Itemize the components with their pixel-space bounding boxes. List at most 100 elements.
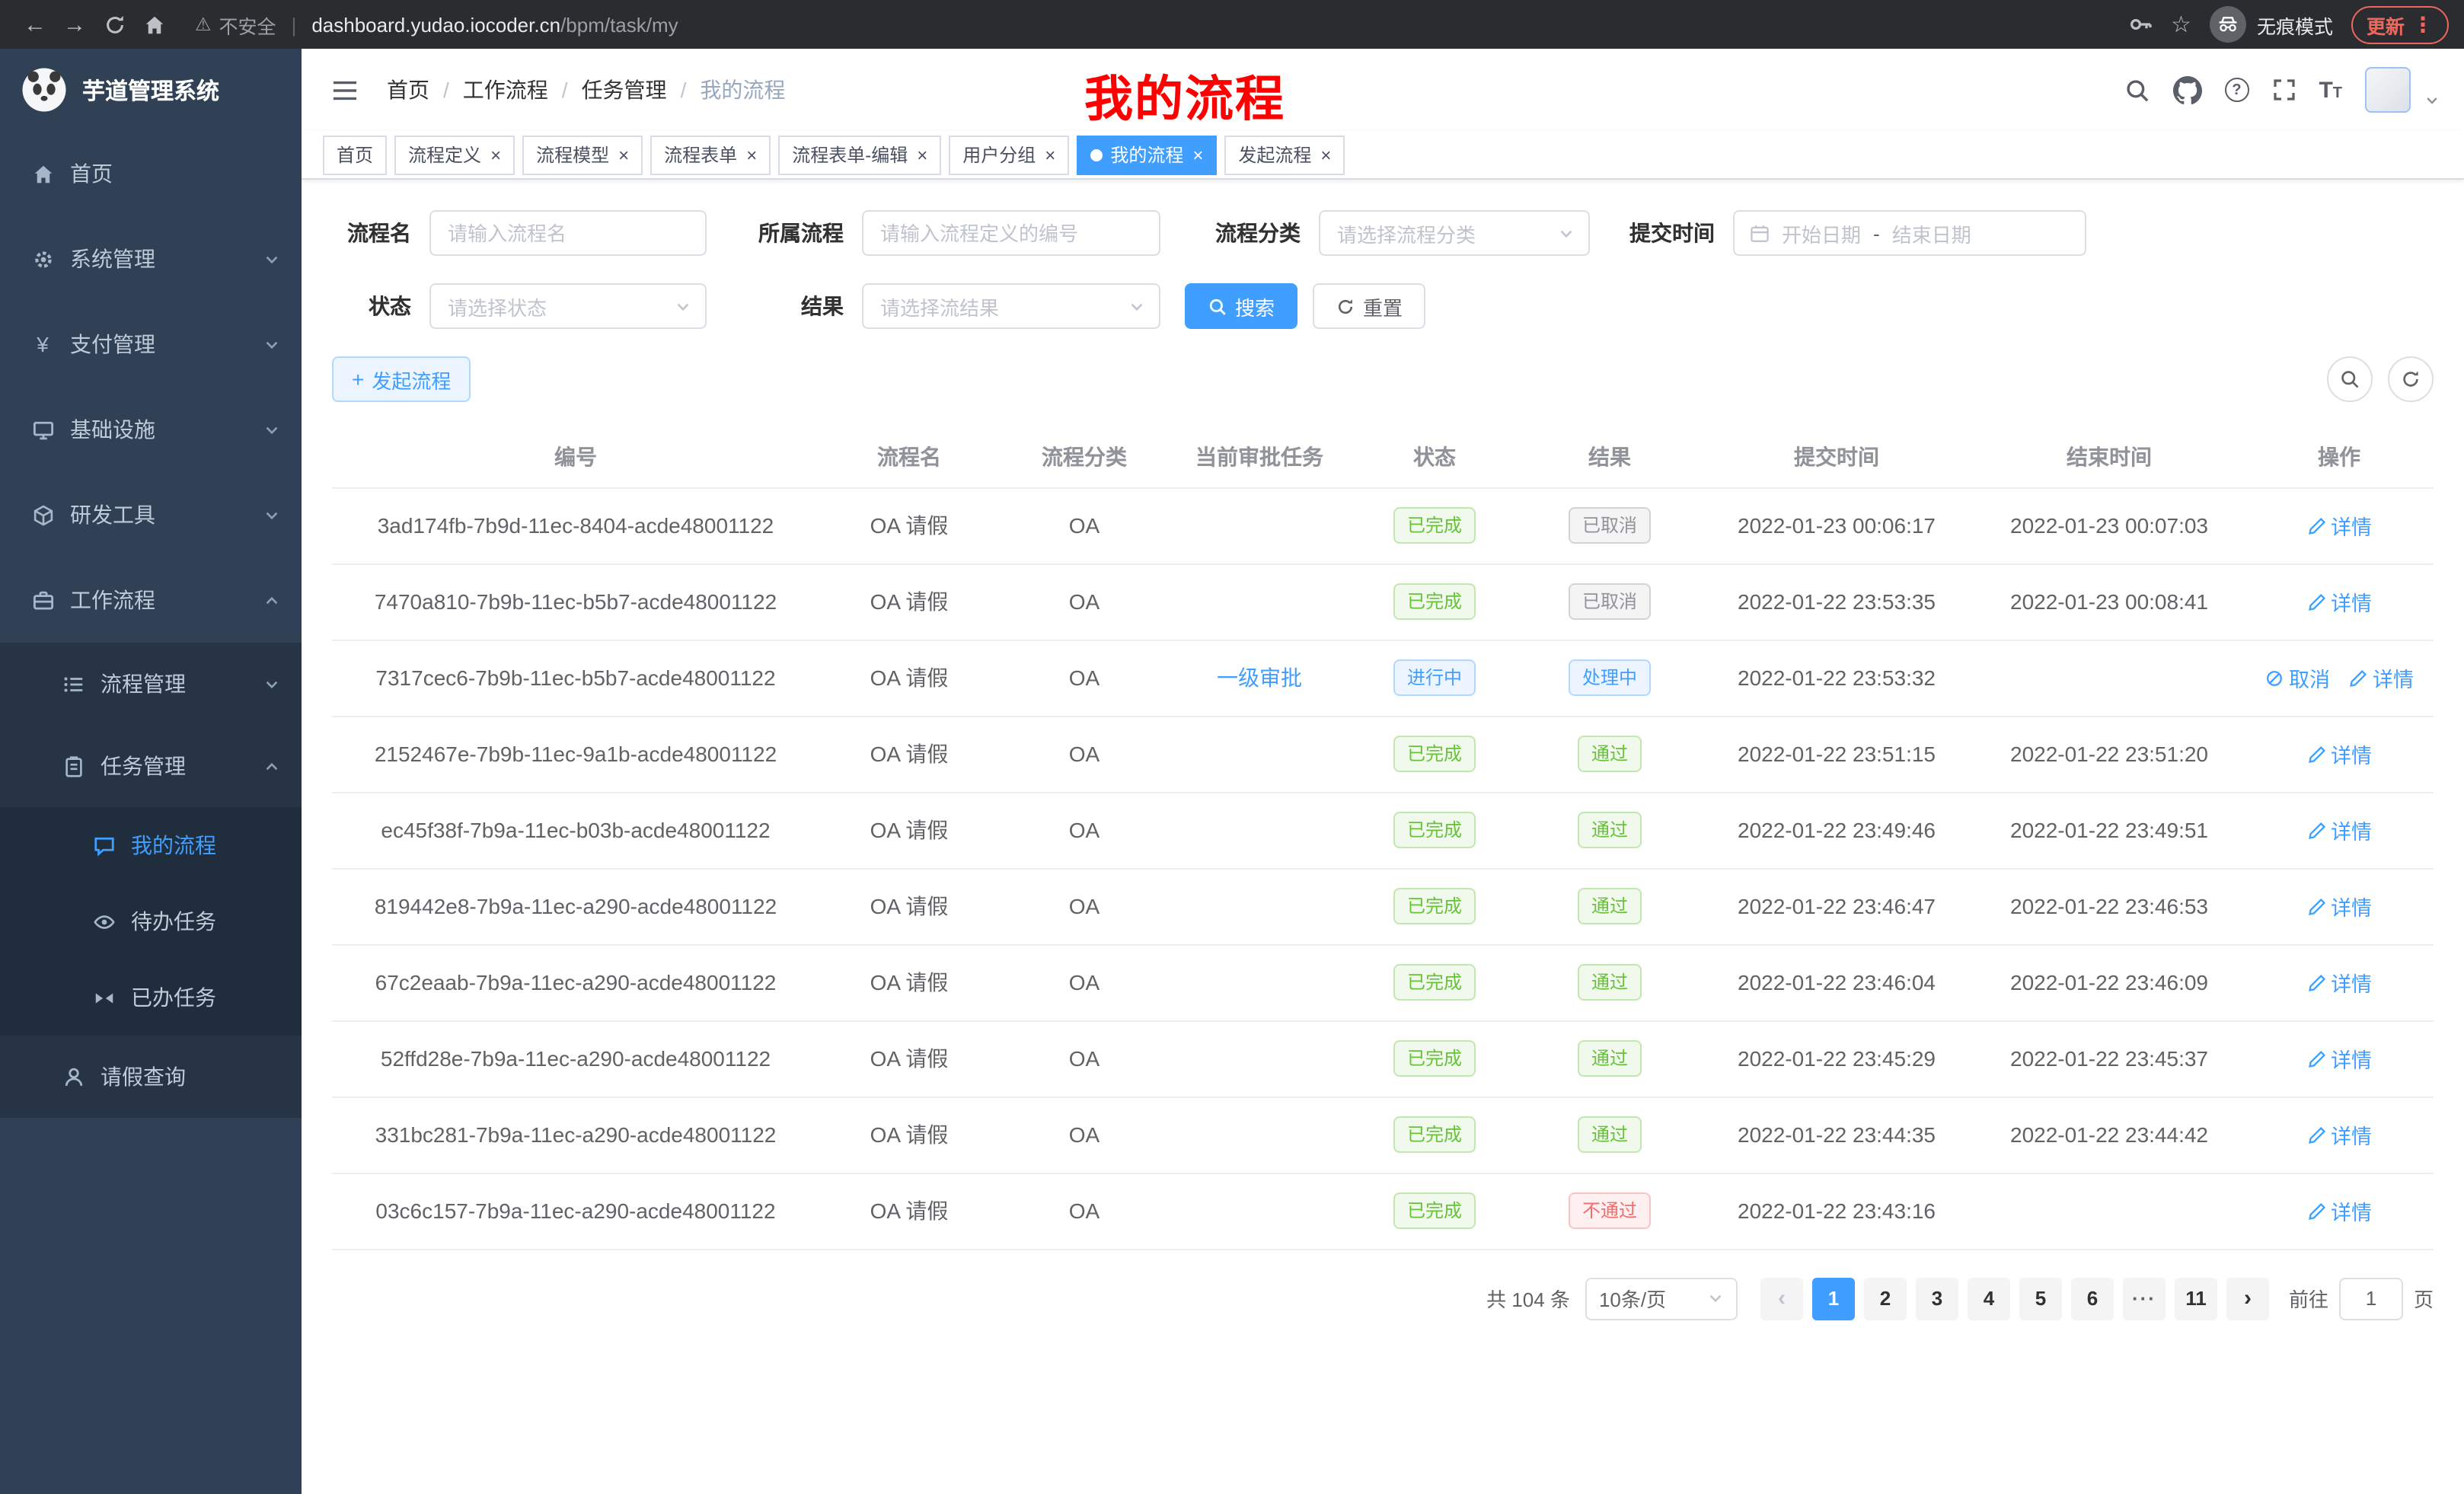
breadcrumb-home[interactable]: 首页 (387, 75, 429, 105)
show-search-button[interactable] (2327, 356, 2373, 402)
page-button-11[interactable]: 11 (2175, 1277, 2217, 1320)
browser-menu-icon[interactable]: ⋮ (2412, 14, 2434, 35)
more-pages-icon[interactable]: ··· (2123, 1277, 2166, 1320)
tab-7[interactable]: 发起流程× (1224, 135, 1345, 174)
close-icon[interactable]: × (1192, 145, 1203, 164)
sidebar-item-workflow[interactable]: 工作流程 (0, 557, 302, 643)
cell-end-time: 2022-01-22 23:46:09 (1974, 944, 2245, 1020)
chevron-down-icon[interactable] (2424, 93, 2440, 108)
browser-reload-button[interactable] (94, 5, 134, 44)
detail-action-link[interactable]: 详情 (2306, 891, 2372, 921)
close-icon[interactable]: × (1045, 145, 1055, 164)
breadcrumb-task-mgmt[interactable]: 任务管理 (582, 75, 667, 105)
reset-button[interactable]: 重置 (1313, 283, 1425, 329)
password-key-icon[interactable] (2128, 12, 2153, 37)
sidebar-item-process-mgmt[interactable]: 流程管理 (0, 643, 302, 725)
browser-home-button[interactable] (134, 5, 174, 44)
next-page-button[interactable]: › (2226, 1277, 2269, 1320)
sidebar-item-my-process[interactable]: 我的流程 (0, 807, 302, 883)
fullscreen-icon[interactable] (2271, 78, 2296, 102)
goto-label: 前往 (2289, 1284, 2328, 1313)
breadcrumb-workflow[interactable]: 工作流程 (463, 75, 548, 105)
tab-4[interactable]: 流程表单-编辑× (778, 135, 941, 174)
close-icon[interactable]: × (917, 145, 927, 164)
page-button-6[interactable]: 6 (2071, 1277, 2114, 1320)
sidebar-item-todo-task[interactable]: 待办任务 (0, 883, 302, 959)
sidebar-item-infrastructure[interactable]: 基础设施 (0, 387, 302, 472)
sidebar-item-home[interactable]: 首页 (0, 131, 302, 216)
cell-result: 通过 (1520, 1020, 1700, 1097)
category-select[interactable]: 请选择流程分类 (1319, 210, 1590, 256)
close-icon[interactable]: × (746, 145, 757, 164)
detail-action-link[interactable]: 详情 (2306, 967, 2372, 998)
page-button-4[interactable]: 4 (1968, 1277, 2010, 1320)
github-icon[interactable] (2172, 75, 2201, 104)
page-button-5[interactable]: 5 (2019, 1277, 2062, 1320)
result-label: 结果 (731, 291, 862, 321)
cancel-action-link[interactable]: 取消 (2265, 662, 2330, 693)
tab-6-active[interactable]: 我的流程× (1077, 135, 1217, 174)
avatar[interactable] (2365, 67, 2411, 113)
close-icon[interactable]: × (490, 145, 501, 164)
address-bar[interactable]: ⚠ 不安全 | dashboard.yudao.iocoder.cn/bpm/t… (195, 10, 2128, 39)
action-label: 取消 (2289, 662, 2330, 693)
detail-action-link[interactable]: 详情 (2306, 586, 2372, 617)
owner-process-input[interactable] (862, 210, 1160, 256)
font-size-icon[interactable]: TT (2319, 78, 2342, 101)
incognito-label: 无痕模式 (2257, 10, 2333, 39)
prev-page-button[interactable]: ‹ (1760, 1277, 1803, 1320)
security-indicator[interactable]: ⚠ 不安全 (195, 10, 276, 39)
detail-action-link[interactable]: 详情 (2306, 815, 2372, 845)
hamburger-icon[interactable] (326, 72, 362, 108)
status-badge: 已完成 (1393, 736, 1476, 772)
tab-5[interactable]: 用户分组× (949, 135, 1069, 174)
breadcrumb-current: 我的流程 (700, 75, 785, 105)
refresh-table-button[interactable] (2388, 356, 2434, 402)
page-button-3[interactable]: 3 (1916, 1277, 1958, 1320)
browser-update-button[interactable]: 更新 ⋮ (2351, 5, 2449, 43)
create-process-button[interactable]: + 发起流程 (332, 356, 471, 402)
tab-0[interactable]: 首页 (323, 135, 387, 174)
detail-action-link[interactable]: 详情 (2306, 1119, 2372, 1150)
main-area: 首页 / 工作流程 / 任务管理 / 我的流程 ? TT (302, 49, 2464, 1494)
tab-2[interactable]: 流程模型× (522, 135, 643, 174)
search-button[interactable]: 搜索 (1185, 283, 1297, 329)
result-select[interactable]: 请选择流结果 (862, 283, 1160, 329)
page-size-select[interactable]: 10条/页 (1585, 1277, 1738, 1320)
process-name-input[interactable] (429, 210, 707, 256)
table-header-row: 编号流程名流程分类当前审批任务状态结果提交时间结束时间操作 (332, 426, 2434, 487)
date-range-picker[interactable]: 开始日期 - 结束日期 (1733, 210, 2086, 256)
tab-1[interactable]: 流程定义× (394, 135, 515, 174)
yen-icon: ¥ (30, 332, 55, 356)
cell-end-time: 2022-01-22 23:44:42 (1974, 1097, 2245, 1173)
page-size-value: 10条/页 (1599, 1284, 1666, 1313)
help-icon[interactable]: ? (2224, 78, 2249, 102)
current-task-link[interactable]: 一级审批 (1217, 666, 1302, 690)
url-text: dashboard.yudao.iocoder.cn/bpm/task/my (311, 13, 678, 36)
browser-back-button[interactable]: ← (15, 5, 55, 44)
status-select[interactable]: 请选择状态 (429, 283, 707, 329)
close-icon[interactable]: × (1320, 145, 1331, 164)
sidebar-item-dev-tools[interactable]: 研发工具 (0, 472, 302, 557)
browser-forward-button[interactable]: → (55, 5, 94, 44)
detail-action-link[interactable]: 详情 (2306, 1043, 2372, 1074)
sidebar-item-payment-mgmt[interactable]: ¥支付管理 (0, 302, 302, 387)
page-button-2[interactable]: 2 (1864, 1277, 1907, 1320)
detail-action-link[interactable]: 详情 (2306, 510, 2372, 541)
sidebar-item-task-mgmt[interactable]: 任务管理 (0, 725, 302, 807)
sidebar-item-done-task[interactable]: 已办任务 (0, 959, 302, 1036)
detail-action-link[interactable]: 详情 (2306, 1196, 2372, 1226)
goto-page-input[interactable] (2339, 1277, 2403, 1320)
sidebar-item-leave-query[interactable]: 请假查询 (0, 1036, 302, 1118)
bookmark-star-icon[interactable]: ☆ (2171, 11, 2191, 38)
tab-3[interactable]: 流程表单 × (650, 135, 771, 174)
search-icon[interactable] (2124, 77, 2150, 103)
detail-action-link[interactable]: 详情 (2306, 739, 2372, 769)
sidebar-item-system-mgmt[interactable]: 系统管理 (0, 216, 302, 302)
tab-label: 流程表单 (664, 142, 737, 168)
close-icon[interactable]: × (618, 145, 629, 164)
page-button-1[interactable]: 1 (1812, 1277, 1855, 1320)
cell-status: 已完成 (1349, 1173, 1520, 1249)
detail-action-link[interactable]: 详情 (2348, 662, 2414, 693)
app-logo-row[interactable]: 芋道管理系统 (0, 49, 302, 131)
